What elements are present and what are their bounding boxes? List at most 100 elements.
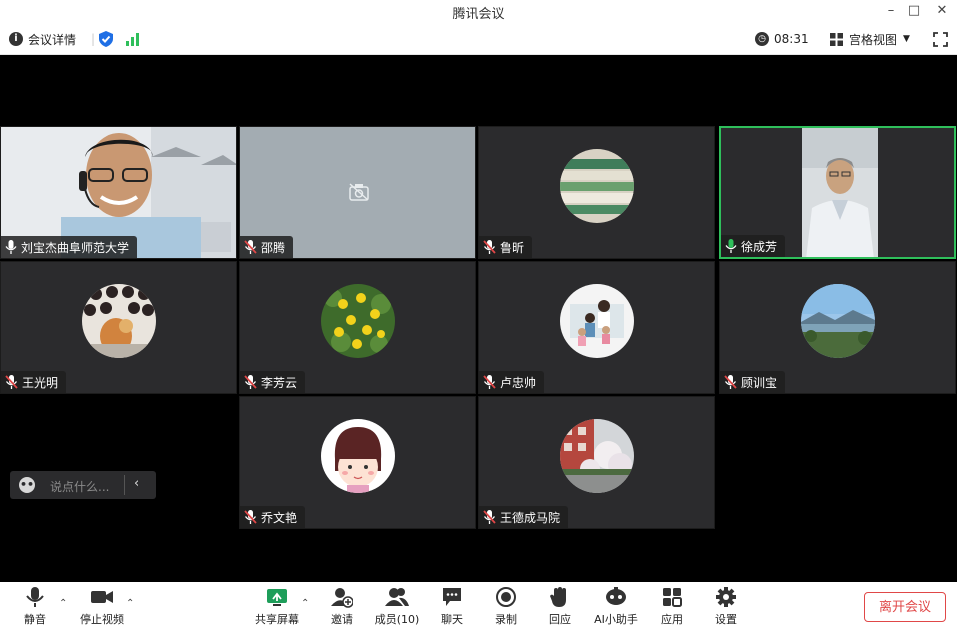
invite-label: 邀请 bbox=[331, 613, 353, 626]
security-shield-icon[interactable] bbox=[99, 24, 113, 54]
mic-muted-icon bbox=[244, 240, 257, 254]
settings-button[interactable]: 设置 bbox=[696, 586, 756, 630]
fullscreen-icon[interactable] bbox=[933, 24, 948, 54]
emoji-icon[interactable]: •• bbox=[19, 477, 35, 493]
video-options-caret-icon[interactable]: ⌃ bbox=[126, 598, 134, 609]
view-mode-label: 宫格视图 bbox=[849, 32, 898, 47]
close-icon[interactable]: ✕ bbox=[933, 2, 951, 20]
view-mode-button[interactable]: 宫格视图 ▼ bbox=[830, 24, 910, 54]
participant-nametag: 王德成马院 bbox=[479, 506, 569, 528]
record-button[interactable]: 录制 bbox=[476, 586, 536, 630]
mic-on-icon bbox=[5, 240, 17, 254]
participant-nametag: 鲁昕 bbox=[479, 236, 533, 258]
avatar bbox=[320, 418, 395, 493]
video-tile[interactable]: 李芳云 bbox=[239, 261, 476, 394]
chat-label: 聊天 bbox=[441, 613, 463, 626]
video-tile[interactable]: 乔文艳 bbox=[239, 396, 476, 529]
chat-bubble-icon bbox=[443, 588, 461, 606]
mic-speaking-icon bbox=[725, 239, 737, 253]
raise-hand-icon bbox=[550, 587, 566, 607]
ai-assistant-button[interactable]: AI小助手 bbox=[586, 586, 646, 630]
mic-muted-icon bbox=[244, 510, 257, 524]
chevron-down-icon: ▼ bbox=[903, 34, 910, 44]
mute-button[interactable]: 静音 bbox=[5, 586, 65, 630]
participant-name: 王德成马院 bbox=[500, 510, 561, 525]
meeting-details-button[interactable]: i 会议详情 bbox=[9, 24, 76, 54]
video-tile-active-speaker[interactable]: 徐成芳 bbox=[719, 126, 956, 259]
video-tile[interactable]: 邵腾 bbox=[239, 126, 476, 259]
participant-nametag: 刘宝杰曲阜师范大学 bbox=[1, 236, 138, 258]
participant-nametag: 王光明 bbox=[1, 371, 67, 393]
avatar bbox=[559, 148, 634, 223]
participant-nametag: 邵腾 bbox=[240, 236, 294, 258]
settings-label: 设置 bbox=[715, 613, 737, 626]
add-user-icon bbox=[331, 588, 353, 608]
meeting-time: 08:31 bbox=[774, 32, 809, 46]
bottom-toolbar: 静音 ⌃ 停止视频 ⌃ 共享屏幕 ⌃ 邀请 成员(10) 聊天 录制 回应 AI… bbox=[0, 582, 957, 632]
leave-meeting-button[interactable]: 离开会议 bbox=[864, 592, 946, 622]
record-label: 录制 bbox=[495, 613, 517, 626]
participant-video bbox=[802, 128, 878, 257]
video-camera-icon bbox=[91, 591, 113, 603]
participant-name: 王光明 bbox=[22, 375, 59, 390]
members-label: 成员(10) bbox=[374, 613, 420, 626]
divider: | bbox=[91, 32, 96, 46]
chat-placeholder[interactable]: 说点什么... bbox=[50, 478, 109, 495]
avatar bbox=[81, 283, 156, 358]
minimize-icon[interactable]: – bbox=[882, 2, 900, 20]
video-tile[interactable]: 刘宝杰曲阜师范大学 bbox=[0, 126, 237, 259]
record-icon bbox=[496, 587, 516, 607]
participant-name: 卢忠帅 bbox=[500, 375, 537, 390]
video-grid: 刘宝杰曲阜师范大学 邵腾 鲁昕 徐成芳 王光明 李芳云 卢忠帅 顾训宝 乔文艳 … bbox=[0, 55, 957, 582]
window-title: 腾讯会议 bbox=[452, 7, 505, 22]
meeting-timer: ◷ 08:31 bbox=[755, 24, 809, 54]
mic-muted-icon bbox=[5, 375, 18, 389]
participant-nametag: 乔文艳 bbox=[240, 506, 306, 528]
ai-assistant-label: AI小助手 bbox=[594, 613, 638, 626]
apps-button[interactable]: 应用 bbox=[642, 586, 702, 630]
video-tile[interactable]: 王德成马院 bbox=[478, 396, 715, 529]
share-screen-label: 共享屏幕 bbox=[255, 613, 299, 626]
stop-video-label: 停止视频 bbox=[80, 613, 124, 626]
divider bbox=[124, 475, 125, 495]
apps-grid-icon bbox=[663, 588, 682, 607]
meeting-details-label: 会议详情 bbox=[28, 32, 77, 47]
participant-nametag: 徐成芳 bbox=[721, 235, 786, 257]
participant-name: 李芳云 bbox=[261, 375, 298, 390]
mic-muted-icon bbox=[483, 240, 496, 254]
avatar bbox=[559, 418, 634, 493]
avatar bbox=[559, 283, 634, 358]
members-button[interactable]: 成员(10) bbox=[367, 586, 427, 630]
participant-nametag: 顾训宝 bbox=[720, 371, 786, 393]
video-tile[interactable]: 王光明 bbox=[0, 261, 237, 394]
share-screen-button[interactable]: 共享屏幕 bbox=[247, 586, 307, 630]
participant-name: 徐成芳 bbox=[741, 239, 778, 254]
info-icon: i bbox=[9, 32, 23, 46]
mic-muted-icon bbox=[483, 375, 496, 389]
collapse-chevron-icon[interactable]: ‹ bbox=[134, 476, 139, 491]
chat-button[interactable]: 聊天 bbox=[422, 586, 482, 630]
title-bar: 腾讯会议 – □ ✕ bbox=[0, 0, 957, 24]
avatar bbox=[320, 283, 395, 358]
participant-name: 邵腾 bbox=[261, 240, 286, 255]
mic-muted-icon bbox=[244, 375, 257, 389]
invite-button[interactable]: 邀请 bbox=[312, 586, 372, 630]
participant-nametag: 李芳云 bbox=[240, 371, 306, 393]
avatar bbox=[800, 283, 875, 358]
chat-input-bar[interactable]: •• 说点什么... ‹ bbox=[10, 471, 156, 499]
network-signal-icon[interactable] bbox=[126, 24, 140, 54]
react-button[interactable]: 回应 bbox=[530, 586, 590, 630]
share-options-caret-icon[interactable]: ⌃ bbox=[301, 598, 309, 609]
clock-icon: ◷ bbox=[755, 32, 769, 46]
maximize-icon[interactable]: □ bbox=[905, 2, 923, 20]
video-tile[interactable]: 鲁昕 bbox=[478, 126, 715, 259]
camera-off-icon bbox=[349, 183, 369, 201]
participant-name: 刘宝杰曲阜师范大学 bbox=[21, 240, 130, 255]
ai-assistant-icon bbox=[606, 587, 626, 605]
microphone-icon bbox=[26, 587, 44, 607]
share-screen-icon bbox=[267, 589, 287, 606]
video-tile[interactable]: 卢忠帅 bbox=[478, 261, 715, 394]
video-tile[interactable]: 顾训宝 bbox=[719, 261, 956, 394]
mute-options-caret-icon[interactable]: ⌃ bbox=[59, 598, 67, 609]
stop-video-button[interactable]: 停止视频 bbox=[72, 586, 132, 630]
